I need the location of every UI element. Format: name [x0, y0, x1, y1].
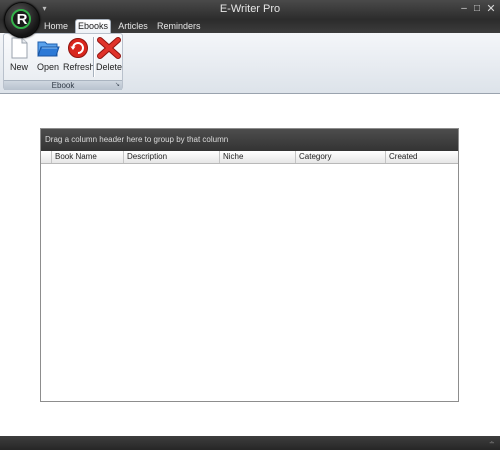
refresh-icon: [68, 38, 88, 58]
new-document-icon: [11, 37, 28, 59]
ribbon-group-ebook: New Open Refresh Delete Ebook ↘: [3, 33, 123, 90]
close-button[interactable]: ✕: [485, 3, 497, 15]
grid-header-row: Book Name Description Niche Category Cre…: [41, 151, 458, 164]
column-header-created[interactable]: Created: [386, 151, 458, 163]
column-header-niche[interactable]: Niche: [220, 151, 296, 163]
column-header-category[interactable]: Category: [296, 151, 386, 163]
tab-home[interactable]: Home: [44, 20, 68, 33]
delete-x-icon: [97, 37, 121, 59]
maximize-button[interactable]: □: [471, 3, 483, 15]
refresh-button-label: Refresh: [63, 62, 95, 72]
new-button-label: New: [9, 62, 28, 72]
tab-articles[interactable]: Articles: [118, 20, 148, 33]
minimize-button[interactable]: –: [458, 3, 470, 15]
window-title: E-Writer Pro: [219, 3, 281, 15]
open-button[interactable]: Open: [34, 36, 62, 76]
logo-letter: R: [16, 11, 28, 28]
delete-button[interactable]: Delete: [96, 36, 122, 76]
tab-ebooks[interactable]: Ebooks: [75, 19, 111, 33]
ribbon-separator: [93, 37, 95, 77]
tab-reminders[interactable]: Reminders: [157, 20, 201, 33]
column-header-description[interactable]: Description: [124, 151, 220, 163]
dialog-launcher-icon[interactable]: ↘: [115, 82, 121, 88]
column-header-book-name[interactable]: Book Name: [52, 151, 124, 163]
resize-grip-icon[interactable]: ∸: [489, 439, 498, 448]
open-button-label: Open: [36, 62, 60, 72]
row-indicator-header: [41, 151, 52, 163]
quick-access-dropdown-icon[interactable]: ▾: [40, 4, 49, 13]
delete-button-label: Delete: [96, 62, 123, 72]
new-button[interactable]: New: [6, 36, 32, 76]
application-menu-button[interactable]: R: [4, 2, 40, 38]
ribbon-tabs: Home Ebooks Articles Reminders: [0, 19, 500, 33]
ebooks-grid[interactable]: Drag a column header here to group by th…: [40, 128, 459, 402]
group-by-panel[interactable]: Drag a column header here to group by th…: [41, 129, 458, 151]
refresh-button[interactable]: Refresh: [63, 36, 95, 76]
ribbon: New Open Refresh Delete Ebook ↘: [0, 33, 500, 94]
ribbon-group-label: Ebook: [4, 80, 122, 90]
status-bar: ∸: [0, 436, 500, 450]
title-bar: ▾ E-Writer Pro – □ ✕: [0, 0, 500, 20]
open-folder-icon: [37, 41, 60, 57]
